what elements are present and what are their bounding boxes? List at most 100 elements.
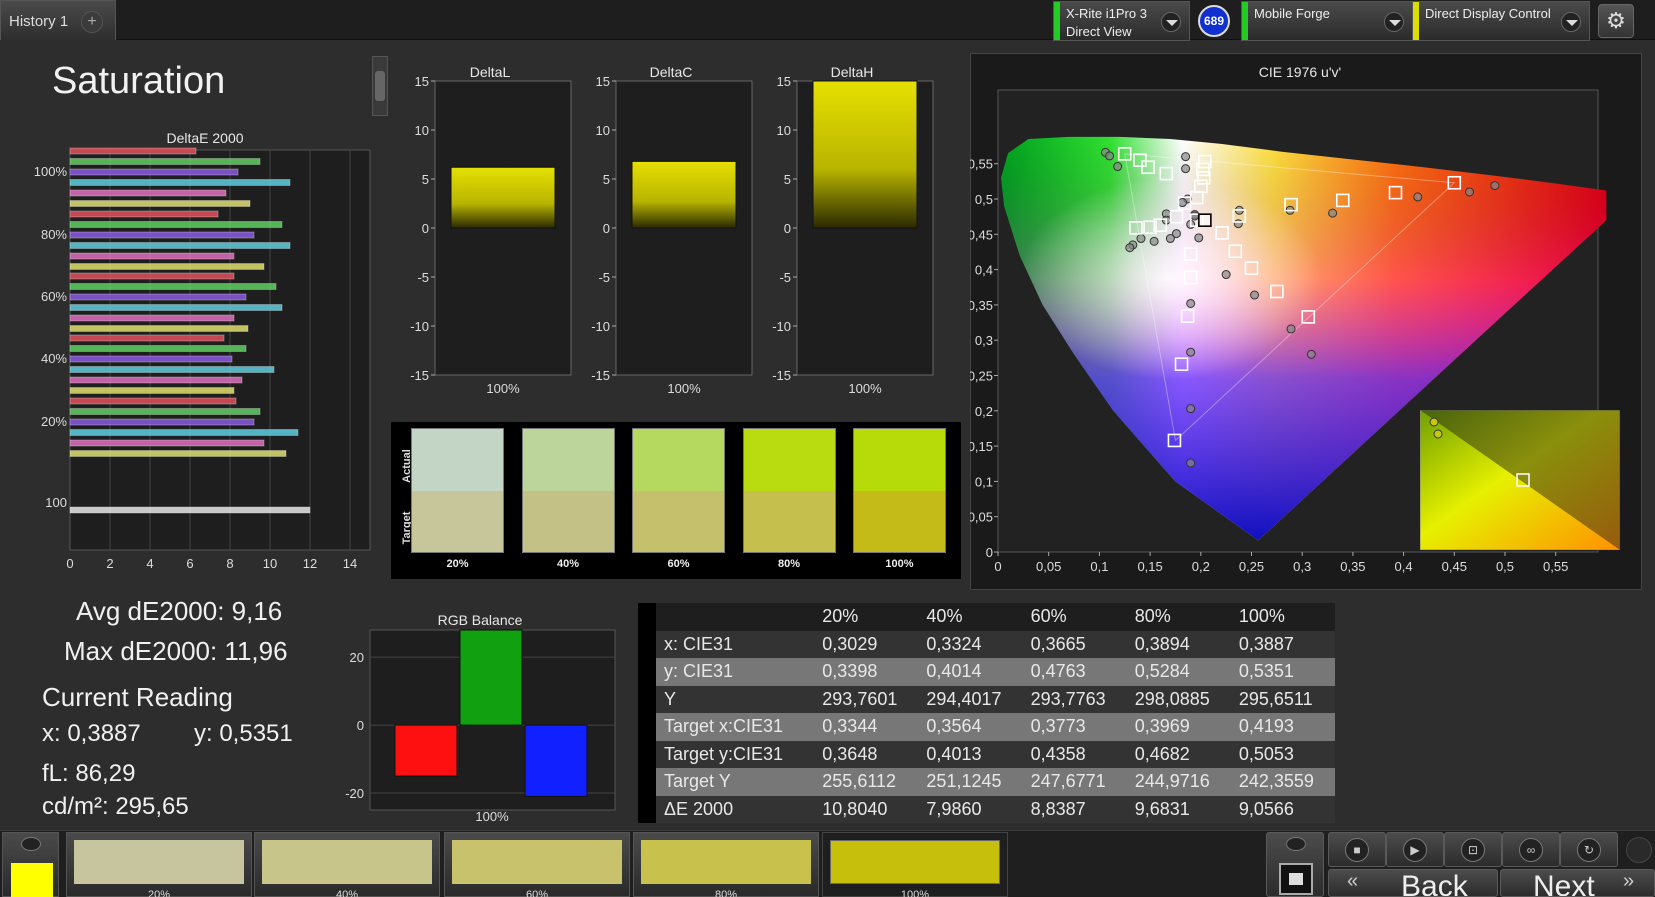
y-tick-label: 0,15	[970, 439, 993, 454]
deltae-bar	[69, 158, 261, 165]
deltae-bar	[69, 334, 225, 342]
y-tick-label: -5	[417, 270, 429, 285]
x-tick-label: 0,25	[1239, 559, 1264, 574]
back-label: Back	[1401, 870, 1468, 897]
measured-point	[1149, 236, 1159, 246]
stop-square-icon[interactable]	[1279, 863, 1313, 895]
table-cell: 0,3344	[822, 716, 878, 737]
x-category-label: 100%	[486, 381, 520, 396]
table-header-row: 20% 40% 60% 80% 100%	[656, 603, 1335, 631]
patch-swatch	[262, 840, 432, 884]
y-tick-label: 0,45	[970, 227, 993, 242]
y-tick-label: 5	[422, 172, 429, 187]
y-tick-label: -15	[772, 368, 791, 383]
measured-point	[1490, 181, 1500, 191]
patch-button[interactable]: 80%	[633, 832, 819, 897]
x-tick-label: 4	[146, 556, 153, 571]
table-cell: 0,4763	[1030, 661, 1086, 682]
device-display-selector[interactable]: Direct Display Control	[1412, 1, 1590, 41]
row-label: x: CIE31	[664, 633, 734, 654]
deltae-bar	[69, 345, 247, 352]
patch-button[interactable]: 20%	[66, 832, 252, 897]
table-row: Target x:CIE31 0,3344 0,3564 0,3773 0,3969 0,…	[656, 713, 1335, 741]
device-meter-selector[interactable]: X-Rite i1Pro 3 Direct View	[1053, 1, 1190, 41]
y-tick-label: -10	[410, 319, 429, 334]
measured-point	[1186, 298, 1196, 308]
device-generator-selector[interactable]: Mobile Forge	[1241, 1, 1413, 41]
y-tick-label: 10	[596, 123, 610, 138]
back-button[interactable]: « Back	[1328, 869, 1498, 897]
next-button[interactable]: Next »	[1500, 869, 1655, 897]
stop-button[interactable]: ■	[1328, 832, 1386, 867]
x-tick-label: 2	[106, 556, 113, 571]
data-table-panel: 20% 40% 60% 80% 100% x: CIE31 0,3029 0,3324 0,36…	[638, 603, 1335, 823]
cie-zoom-inset	[1420, 410, 1620, 550]
chevron-down-icon[interactable]	[1561, 12, 1581, 32]
control-spacer	[1620, 832, 1655, 867]
chevron-down-icon[interactable]	[1161, 12, 1181, 32]
current-color-indicator[interactable]	[2, 832, 59, 897]
y-group-label: 60%	[41, 289, 67, 304]
y-tick-label: -15	[591, 368, 610, 383]
deltae-bar	[69, 387, 235, 394]
x-tick-label: 14	[343, 556, 357, 571]
x-tick-label: 0,45	[1442, 559, 1467, 574]
device-status-bar	[1413, 2, 1419, 40]
patch-button[interactable]: 60%	[444, 832, 630, 897]
gear-icon[interactable]: ⚙	[1598, 4, 1634, 38]
row-label: ΔE 2000	[664, 798, 734, 819]
chart-scrollbar[interactable]	[372, 56, 388, 116]
swatch-label: 40%	[556, 558, 580, 570]
refresh-icon: ↻	[1577, 837, 1601, 862]
infinity-icon: ∞	[1519, 837, 1543, 862]
row-label: Target Y	[664, 771, 731, 792]
x-tick-label: 0,05	[1036, 559, 1061, 574]
delta-bar	[631, 160, 737, 229]
patch-label: 100%	[900, 889, 930, 897]
y-group-label: 80%	[41, 227, 67, 242]
table-cell: 298,0885	[1134, 688, 1210, 709]
target-swatch	[633, 490, 724, 552]
device-status-bar	[1242, 2, 1248, 40]
page-title: Saturation	[52, 60, 226, 102]
target-swatch	[522, 490, 614, 552]
read-series-button[interactable]: ⊡	[1444, 832, 1502, 867]
column-header: 20%	[822, 606, 859, 627]
scroll-thumb[interactable]	[375, 71, 385, 101]
table-row: x: CIE31 0,3029 0,3324 0,3665 0,3894 0,3887	[656, 630, 1335, 658]
table-cell: 293,7601	[822, 688, 898, 709]
deltae-bar	[69, 252, 235, 260]
chevron-down-icon[interactable]	[1384, 12, 1404, 32]
row-label: Y	[664, 688, 677, 709]
play-button[interactable]: ▶	[1386, 832, 1444, 867]
deltae-chart-title: DeltaE 2000	[166, 130, 244, 146]
deltae-bar	[69, 408, 261, 415]
table-cell: 244,9716	[1134, 771, 1210, 792]
table-cell: 0,3324	[926, 633, 982, 654]
target-swatch	[412, 490, 503, 552]
refresh-button[interactable]: ↻	[1560, 832, 1618, 867]
table-cell: 0,4358	[1030, 743, 1086, 764]
y-tick-label: 0	[422, 221, 429, 236]
chevron-up-icon[interactable]	[1286, 837, 1306, 851]
table-cell: 251,1245	[926, 771, 1002, 792]
y-tick-label: 0,05	[970, 510, 993, 525]
patch-label: 20%	[147, 889, 171, 897]
chevron-up-icon[interactable]	[21, 837, 41, 851]
tab-history-1[interactable]: History 1 +	[0, 0, 116, 40]
play-icon: ▶	[1403, 837, 1427, 862]
y-tick-label: -5	[779, 270, 791, 285]
up-control[interactable]	[1266, 832, 1324, 897]
patch-button[interactable]: 40%	[254, 832, 440, 897]
patch-button[interactable]: 100%	[822, 832, 1008, 897]
table-cell: 0,4682	[1134, 743, 1190, 764]
device-meter-mode: Direct View	[1066, 24, 1132, 39]
actual-swatch	[743, 429, 835, 491]
measured-point	[1306, 349, 1316, 359]
add-tab-button[interactable]: +	[81, 11, 103, 33]
deltae-bar	[69, 314, 235, 322]
measured-point	[1328, 208, 1338, 218]
swatch-pair	[853, 428, 946, 553]
continuous-button[interactable]: ∞	[1502, 832, 1560, 867]
connection-badge[interactable]: 689	[1198, 5, 1230, 37]
